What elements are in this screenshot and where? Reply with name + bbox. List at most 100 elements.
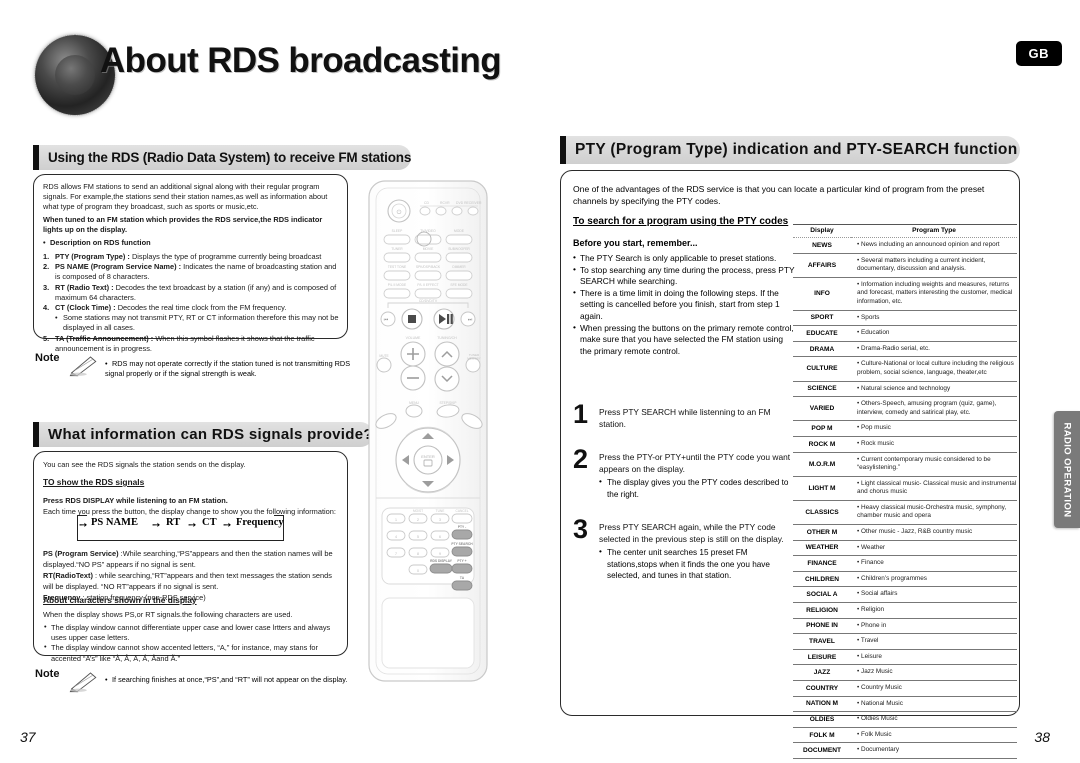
table-row: SOCIAL A • Social affairs: [793, 586, 1017, 604]
table-row: COUNTRY • Country Music: [793, 680, 1017, 697]
pty-intro-text: One of the advantages of the RDS service…: [573, 184, 985, 206]
rds-usage-box: RDS allows FM stations to send an additi…: [33, 174, 348, 353]
svg-text:TUNE: TUNE: [436, 509, 445, 513]
section-heading-pty: PTY (Program Type) indication and PTY-SE…: [560, 136, 1020, 164]
rds-characters-bullets: The display window cannot differentiate …: [44, 622, 340, 664]
flow-label-ps-name: PS NAME: [91, 517, 138, 528]
section-heading-rds-usage: Using the RDS (Radio Data System) to rec…: [33, 145, 411, 170]
pty-desc: • Leisure: [851, 649, 1017, 666]
pty-desc: • Others-Speech, amusing program (quiz, …: [851, 396, 1017, 422]
table-row: PHONE IN • Phone in: [793, 618, 1017, 635]
svg-text:DVD RECEIVER: DVD RECEIVER: [456, 201, 482, 205]
pty-desc: • Culture-National or local culture incl…: [851, 356, 1017, 382]
svg-text:STEP/SKIP: STEP/SKIP: [439, 401, 457, 405]
flow-label-rt: RT: [166, 517, 181, 528]
pty-desc: • Drama-Radio serial, etc.: [851, 341, 1017, 358]
pty-code: PHONE IN: [793, 618, 851, 635]
table-row: SPORT • Sports: [793, 310, 1017, 327]
pty-search-subhead: To search for a program using the PTY co…: [573, 216, 789, 227]
step-bullets: The display gives you the PTY codes desc…: [599, 476, 795, 500]
pty-code: FINANCE: [793, 555, 851, 572]
pty-desc: • Light classical music- Classical music…: [851, 476, 1017, 501]
flow-label-frequency: Frequency: [236, 517, 284, 528]
svg-text:MEMORY: MEMORY: [467, 357, 480, 361]
svg-text:VOLUME: VOLUME: [406, 336, 421, 340]
table-row: CULTURE • Culture-National or local cultu…: [793, 356, 1017, 382]
pty-code: LEISURE: [793, 649, 851, 666]
pty-desc: • Country Music: [851, 680, 1017, 697]
list-item: 5. TA (Traffic Announcement) : When this…: [43, 333, 315, 353]
table-row: RELIGION • Religion: [793, 602, 1017, 619]
section-heading-label: What information can RDS signals provide…: [48, 426, 373, 443]
table-row: CHILDREN • Children’s programmes: [793, 571, 1017, 588]
pty-desc: • Weather: [851, 540, 1017, 557]
table-row: FINANCE • Finance: [793, 555, 1017, 572]
pty-desc: • Travel: [851, 633, 1017, 650]
pty-desc: • Rock music: [851, 436, 1017, 453]
side-tab-radio-operation: RADIO OPERATION: [1054, 411, 1080, 528]
flow-label-ct: CT: [202, 517, 217, 528]
pty-desc: • Several matters including a current in…: [851, 253, 1017, 278]
region-badge: GB: [1015, 41, 1062, 66]
table-row: DRAMA • Drama-Radio serial, etc.: [793, 341, 1017, 358]
pty-desc: • Oldies Music: [851, 711, 1017, 728]
svg-text:PTY +: PTY +: [457, 559, 466, 563]
table-row: POP M • Pop music: [793, 420, 1017, 437]
pty-code: CULTURE: [793, 356, 851, 382]
pty-desc: • Social affairs: [851, 586, 1017, 604]
primary-remote-control-illustration: ⏻ CD RCVR DVD RECEIVER SLEEP TV/VIDEO MO…: [366, 178, 490, 686]
list-item: To stop searching any time during the pr…: [573, 264, 795, 288]
page-number-left: 37: [20, 729, 36, 745]
pty-step-2: 2 Press the PTY-or PTY+until the PTY cod…: [573, 446, 795, 500]
step-number: 2: [573, 444, 589, 475]
pty-step-3: 3 Press PTY SEARCH again, while the PTY …: [573, 516, 795, 581]
note-block-2: Note • If searching finishes at once,“PS”…: [35, 668, 355, 700]
list-item: The display gives you the PTY codes desc…: [599, 476, 795, 500]
list-item: 4. CT (Clock Time) : Decodes the real ti…: [43, 303, 287, 313]
pty-desc: • Finance: [851, 555, 1017, 572]
table-row: TRAVEL • Travel: [793, 633, 1017, 650]
list-item: 2. PS NAME (Program Service Name) : Indi…: [43, 262, 337, 282]
step-number: 1: [573, 399, 589, 429]
pty-before-bullets: The PTY Search is only applicable to pre…: [573, 252, 795, 357]
pty-code: AFFAIRS: [793, 253, 851, 278]
svg-text:⏮: ⏮: [384, 317, 389, 323]
svg-text:SLEEP: SLEEP: [392, 229, 403, 233]
rds-info-box: You can see the RDS signals the station …: [33, 451, 348, 663]
pencil-icon: [69, 356, 97, 377]
pty-code: TRAVEL: [793, 633, 851, 650]
pty-code: NEWS: [793, 237, 851, 254]
table-row: DOCUMENT • Documentary: [793, 742, 1017, 759]
table-row: VARIED • Others-Speech, amusing program (…: [793, 396, 1017, 422]
list-item: The display window cannot differentiate …: [44, 622, 340, 643]
pty-code: SOCIAL A: [793, 586, 851, 604]
step-number: 3: [573, 514, 589, 545]
pty-code: JAZZ: [793, 664, 851, 681]
pty-desc: • Children’s programmes: [851, 571, 1017, 588]
side-tab-label: RADIO OPERATION: [1061, 421, 1073, 518]
pty-desc: • Heavy classical music-Orchestra music,…: [851, 500, 1017, 526]
pty-desc: • Religion: [851, 602, 1017, 619]
table-row: CLASSICS • Heavy classical music-Orchestr…: [793, 500, 1017, 526]
pty-code: DRAMA: [793, 341, 851, 358]
pty-code-table: Display Program Type NEWS • News includin…: [793, 224, 1017, 759]
pty-code: NATION M: [793, 696, 851, 713]
rds-info-subhead-2: About characters shown in the display: [43, 595, 197, 605]
table-row: SCIENCE • Natural science and technology: [793, 381, 1017, 398]
pty-steps: 1 Press PTY SEARCH while listenning to a…: [573, 401, 795, 598]
table-row: ROCK M • Rock music: [793, 436, 1017, 453]
svg-text:SUBWOOFER: SUBWOOFER: [448, 247, 470, 251]
svg-text:⏻: ⏻: [397, 209, 402, 216]
table-row: INFO • Information including weights and …: [793, 277, 1017, 311]
pty-code: COUNTRY: [793, 680, 851, 697]
table-row: LEISURE • Leisure: [793, 649, 1017, 666]
svg-text:PTY SEARCH: PTY SEARCH: [451, 542, 473, 546]
table-row: NEWS • News including an announced opinio…: [793, 237, 1017, 254]
svg-text:MOVIE: MOVIE: [423, 247, 434, 251]
section-heading-rds-info: What information can RDS signals provide…: [33, 422, 373, 447]
table-row: AFFAIRS • Several matters including a cur…: [793, 253, 1017, 278]
note-block-1: Note • RDS may not operate correctly if t…: [35, 352, 355, 386]
pty-code: LIGHT M: [793, 476, 851, 501]
rds-display-flow-diagram: ➙ PS NAME ➙ RT ➙ CT ➙ Frequency: [71, 514, 286, 543]
definition-rt: RT(RadioText) : while searching,“RT”appe…: [43, 571, 332, 591]
